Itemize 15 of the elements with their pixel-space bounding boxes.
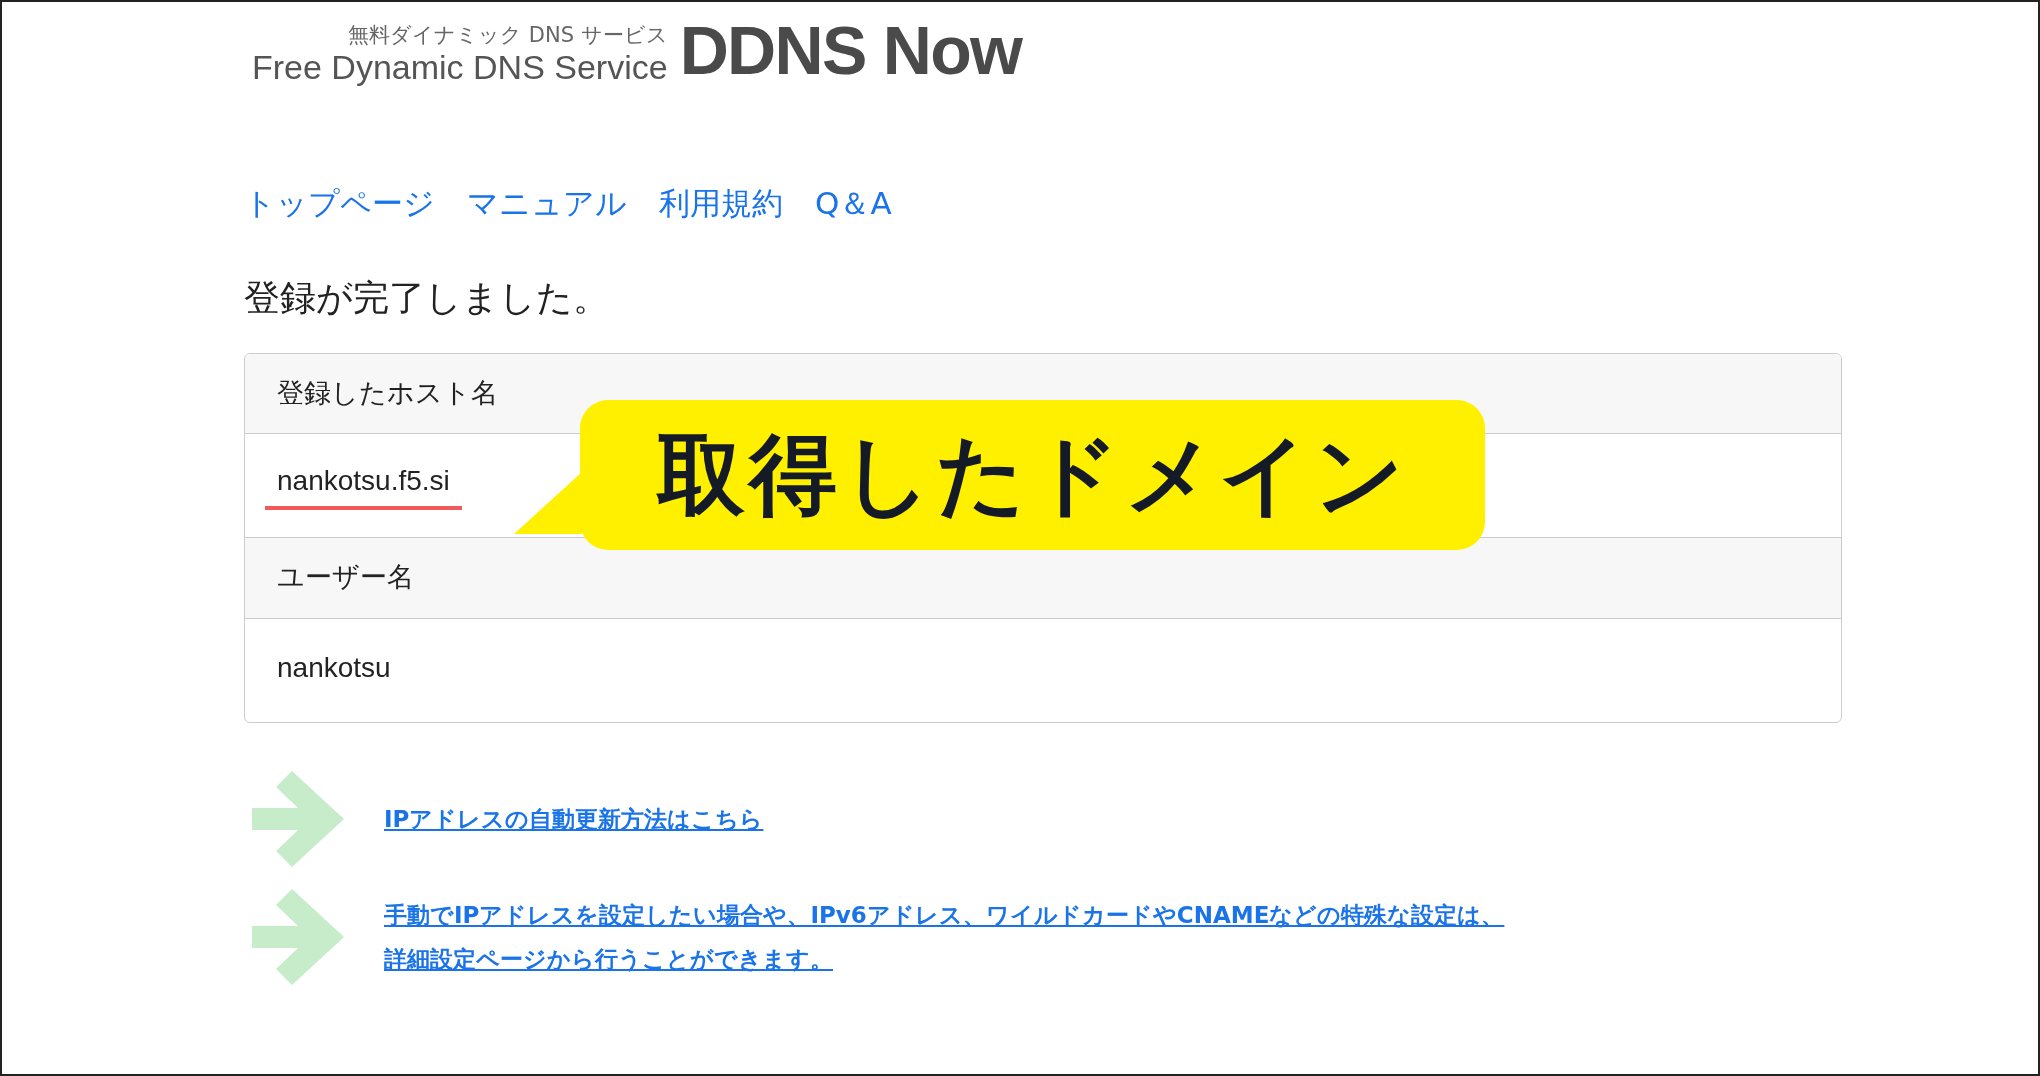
field-label: ユーザー名	[277, 560, 414, 595]
nav-link[interactable]: 利用規約	[659, 180, 783, 227]
nav-link[interactable]: Q＆A	[815, 180, 892, 227]
page-heading: 登録が完了しました。	[244, 275, 610, 320]
field-value: nankotsu.f5.si	[265, 460, 462, 510]
logo-title: DDNS Now	[679, 16, 1022, 84]
field-label: 登録したホスト名	[277, 375, 498, 410]
nav-link[interactable]: マニュアル	[467, 180, 627, 227]
help-link[interactable]: 手動でIPアドレスを設定したい場合や、IPv6アドレス、ワイルドカードやCNAMEなどの特殊な設定は、 詳細設定ページから行うことができます。	[384, 892, 1505, 981]
field-value: nankotsu	[276, 651, 392, 685]
help-link[interactable]: IPアドレスの自動更新方法はこちら	[384, 796, 764, 841]
logo-tagline: 無料ダイナミック DNS サービス	[348, 25, 668, 46]
logo-subtitle: Free Dynamic DNS Service	[252, 50, 668, 84]
callout-text: 取得したドメイン	[656, 422, 1409, 528]
nav-link[interactable]: トップページ	[244, 180, 435, 227]
